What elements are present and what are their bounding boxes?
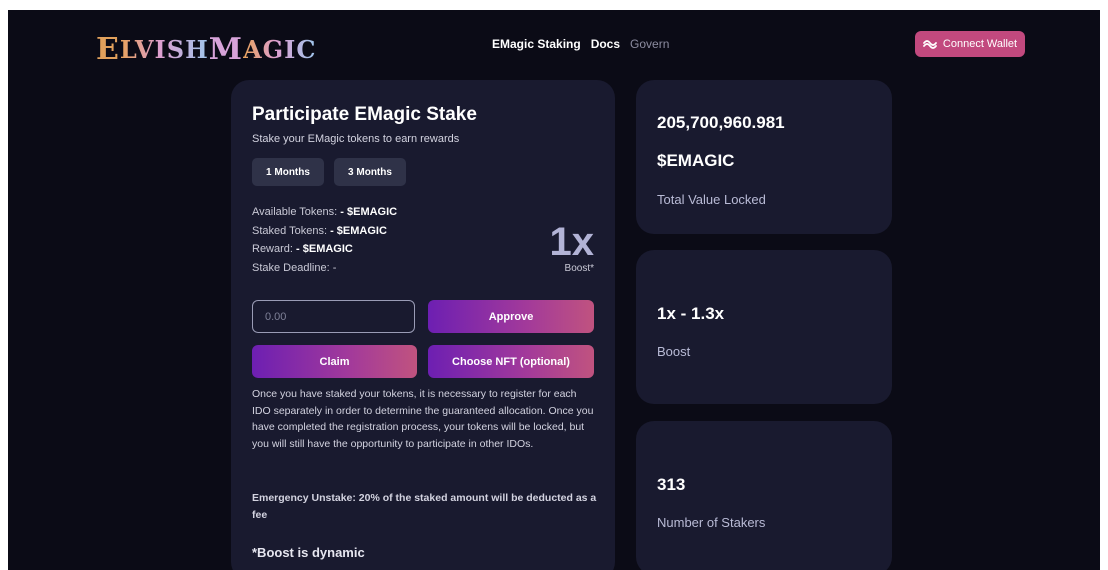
staked-tokens-row: Staked Tokens: - $EMAGIC (252, 222, 397, 241)
nav-docs[interactable]: Docs (591, 37, 620, 51)
logo[interactable]: E LVISH M AGIC (96, 31, 317, 67)
approve-button[interactable]: Approve (428, 300, 594, 333)
connect-wallet-label: Connect Wallet (942, 38, 1018, 50)
tvl-card: 205,700,960.981 $EMAGIC Total Value Lock… (636, 80, 892, 234)
stakers-card: 313 Number of Stakers (636, 421, 892, 570)
emergency-unstake-note: Emergency Unstake: 20% of the staked amo… (252, 492, 597, 521)
logo-word-2: AGIC (242, 34, 317, 64)
claim-button[interactable]: Claim (252, 345, 417, 378)
boost-dynamic-note: *Boost is dynamic (252, 545, 365, 560)
stake-deadline-label: Stake Deadline: (252, 261, 330, 274)
available-tokens-label: Available Tokens: (252, 206, 338, 218)
stakers-count: 313 (657, 475, 686, 494)
available-tokens-value: - $EMAGIC (340, 206, 398, 218)
stake-card: Participate EMagic Stake Stake your EMag… (231, 80, 615, 570)
wallet-wave-icon (923, 40, 937, 49)
app-frame: E LVISH M AGIC EMagic Staking Docs Gover… (8, 10, 1100, 570)
nav-govern[interactable]: Govern (630, 37, 669, 51)
logo-word-1: LVISH (119, 34, 209, 64)
connect-wallet-button[interactable]: Connect Wallet (915, 31, 1025, 57)
stake-deadline-value: - (332, 261, 337, 274)
choose-nft-button[interactable]: Choose NFT (optional) (428, 345, 594, 378)
logo-first-letter: E (96, 31, 120, 67)
stake-deadline-row: Stake Deadline: - (252, 259, 397, 278)
boost-range-value: 1x - 1.3x (657, 304, 725, 323)
stake-info: Available Tokens: - $EMAGIC Staked Token… (252, 203, 397, 277)
stakers-label: Number of Stakers (657, 515, 766, 530)
boost-multiplier-label: Boost* (564, 263, 594, 274)
tvl-value: 205,700,960.981 (657, 113, 785, 132)
boost-multiplier: 1x (549, 220, 595, 264)
tvl-label: Total Value Locked (657, 192, 766, 207)
nav-emagic-staking[interactable]: EMagic Staking (492, 37, 581, 51)
staked-tokens-value: - $EMAGIC (330, 224, 387, 237)
available-tokens-row: Available Tokens: - $EMAGIC (252, 203, 397, 222)
reward-value: - $EMAGIC (296, 243, 353, 255)
top-nav: EMagic Staking Docs Govern (492, 37, 669, 51)
tvl-unit: $EMAGIC (657, 151, 735, 170)
period-1-month-button[interactable]: 1 Months (252, 158, 324, 186)
stake-subtitle: Stake your EMagic tokens to earn rewards (252, 133, 460, 145)
logo-second-initial: M (208, 31, 243, 67)
reward-label: Reward: (252, 243, 293, 255)
boost-card-label: Boost (657, 344, 691, 359)
boost-card: 1x - 1.3x Boost (636, 250, 892, 404)
staking-info-paragraph: Once you have staked your tokens, it is … (252, 388, 594, 450)
stake-title: Participate EMagic Stake (252, 104, 477, 125)
period-3-months-button[interactable]: 3 Months (334, 158, 406, 186)
staked-tokens-label: Staked Tokens: (252, 224, 328, 237)
reward-row: Reward: - $EMAGIC (252, 240, 397, 259)
stake-amount-input[interactable] (252, 300, 415, 333)
